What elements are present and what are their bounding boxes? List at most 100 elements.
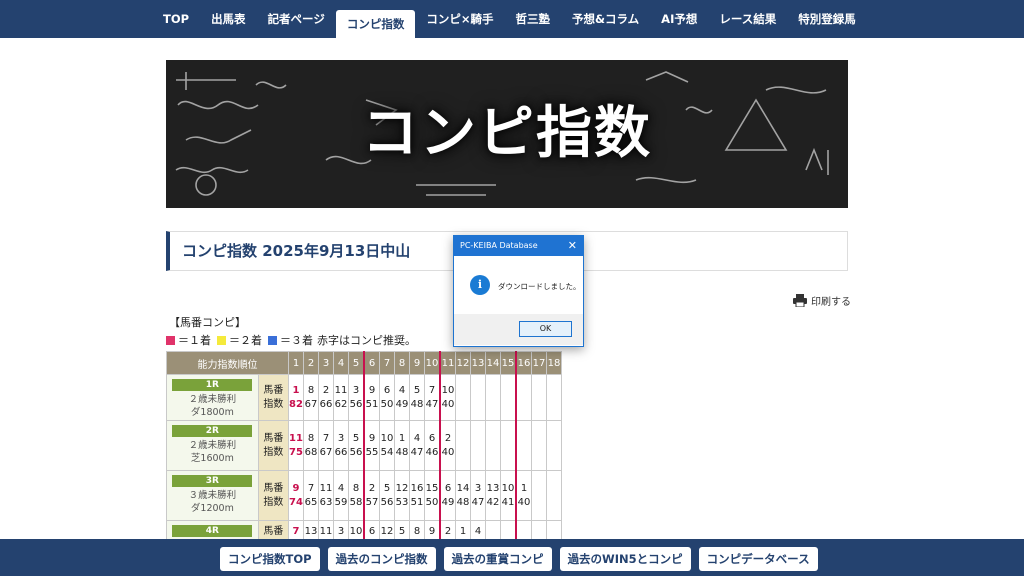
index-cell xyxy=(515,420,532,471)
bottom-button-2[interactable]: 過去の重賞コンピ xyxy=(443,547,552,571)
index-cell xyxy=(546,470,562,521)
horse-number: 3 xyxy=(474,482,482,494)
nav-item-7[interactable]: AI予想 xyxy=(650,0,708,38)
index-cell xyxy=(546,420,562,471)
index-value: 63 xyxy=(319,496,333,508)
index-cell: 3 56 xyxy=(348,374,365,421)
index-value: 66 xyxy=(319,398,333,410)
race-number-badge[interactable]: 1R xyxy=(172,379,253,391)
index-value: 48 xyxy=(456,496,470,508)
index-cell: 6 49 xyxy=(439,470,456,521)
index-value: 53 xyxy=(395,496,409,508)
ok-button[interactable]: OK xyxy=(519,321,572,337)
race-number-badge[interactable]: 2R xyxy=(172,425,253,437)
race-cell[interactable]: 1R ２歳未勝利ダ1800m xyxy=(166,374,259,421)
nav-item-0[interactable]: TOP xyxy=(152,0,200,38)
banner-title: コンピ指数 xyxy=(362,101,652,166)
column-header: 3 xyxy=(318,351,334,375)
nav-item-6[interactable]: 予想&コラム xyxy=(561,0,650,38)
print-link[interactable]: 印刷する xyxy=(793,293,851,308)
horse-number: 12 xyxy=(395,482,409,494)
index-value: 62 xyxy=(334,398,348,410)
race-name: ２歳未勝利 xyxy=(188,394,237,405)
nav-item-5[interactable]: 哲三塾 xyxy=(504,0,561,38)
race-number-badge[interactable]: 3R xyxy=(172,475,253,487)
bottom-button-4[interactable]: コンピデータベース xyxy=(698,547,818,571)
race-cell[interactable]: 3R ３歳未勝利 ダ1200m xyxy=(166,470,259,521)
horse-number: 10 xyxy=(501,482,515,494)
horse-number: 7 xyxy=(322,432,330,444)
index-cell: 12 53 xyxy=(394,470,410,521)
nav-items: TOP 出馬表 記者ページ コンピ指数 コンピ×騎手 哲三塾 予想&コラム AI予想 レース結果… xyxy=(152,0,867,38)
race-name: ダ1800m xyxy=(190,407,234,418)
index-value: 74 xyxy=(289,496,303,508)
nav-item-8[interactable]: レース結果 xyxy=(708,0,787,38)
index-cell xyxy=(485,420,501,471)
bottom-button-3[interactable]: 過去のWIN5とコンピ xyxy=(559,547,691,571)
index-cell: 9 51 xyxy=(363,374,380,421)
row-kind-labels: 馬番 指数 xyxy=(257,470,290,521)
table-row: 1R ２歳未勝利 ダ1800m 馬番 指数 1 82 8 67 2 66 11 62 3 56 9 51 6 50 4… xyxy=(166,374,562,421)
third-place-swatch xyxy=(268,335,277,345)
nav-item-2[interactable]: 記者ページ xyxy=(257,0,336,38)
horse-number: 2 xyxy=(444,432,452,444)
column-header: 2 xyxy=(303,351,319,375)
index-value: 49 xyxy=(395,398,409,410)
index-label: 指数 xyxy=(263,398,284,410)
bottom-button-0[interactable]: コンピ指数TOP xyxy=(220,547,320,571)
dialog-message: ダウンロードしました。 xyxy=(498,282,581,291)
dialog-title: PC-KEIBA Database xyxy=(460,241,538,250)
nav-item-3[interactable]: コンピ指数 xyxy=(335,10,416,38)
race-name: 芝1600m xyxy=(190,453,234,464)
nav-item-4[interactable]: コンピ×騎手 xyxy=(415,0,504,38)
bottom-button-1[interactable]: 過去のコンピ指数 xyxy=(327,547,436,571)
index-value: 47 xyxy=(425,398,439,410)
index-cell xyxy=(531,420,547,471)
nav-item-1[interactable]: 出馬表 xyxy=(200,0,257,38)
horse-number: 3 xyxy=(352,384,360,396)
index-cell xyxy=(455,420,471,471)
race-cell[interactable]: 2R ２歳未勝利 芝1600m xyxy=(166,420,259,471)
race-number-badge[interactable]: 4R xyxy=(172,525,253,537)
index-cell: 8 68 xyxy=(303,420,319,471)
banner-image: コンピ指数 xyxy=(166,60,848,208)
index-value: 82 xyxy=(289,398,303,410)
index-value: 67 xyxy=(319,446,333,458)
bottom-navigation: コンピ指数TOP 過去のコンピ指数 過去の重賞コンピ 過去のWIN5とコンピ コンピデー… xyxy=(0,539,1024,576)
nav-item-9[interactable]: 特別登録馬 xyxy=(787,0,867,38)
first-place-swatch xyxy=(166,335,175,345)
index-cell xyxy=(470,420,486,471)
horse-number: 2 xyxy=(444,525,452,537)
close-icon[interactable]: ✕ xyxy=(568,236,577,256)
index-value: 56 xyxy=(349,446,363,458)
index-cell: 10 54 xyxy=(379,420,395,471)
index-value: 54 xyxy=(380,446,394,458)
horse-number: 6 xyxy=(444,482,452,494)
horse-number: 5 xyxy=(398,525,406,537)
index-label: 指数 xyxy=(263,446,284,458)
index-cell: 3 47 xyxy=(470,470,486,521)
legend-note: 赤字はコンピ推奨。 xyxy=(317,334,416,347)
index-value: 47 xyxy=(410,446,424,458)
index-value: 59 xyxy=(334,496,348,508)
third-place-label: ＝３着 xyxy=(280,334,313,347)
horse-number-label: 馬番 xyxy=(263,482,284,494)
index-cell: 1 40 xyxy=(515,470,532,521)
index-cell xyxy=(455,374,471,421)
index-cell: 5 56 xyxy=(379,470,395,521)
index-cell xyxy=(546,374,562,421)
index-cell: 7 67 xyxy=(318,420,334,471)
index-value: 67 xyxy=(304,398,318,410)
horse-number: 6 xyxy=(428,432,436,444)
index-label: 指数 xyxy=(263,496,284,508)
index-cell: 1 48 xyxy=(394,420,410,471)
index-value: 47 xyxy=(471,496,485,508)
index-cell: 4 59 xyxy=(333,470,349,521)
index-value: 40 xyxy=(517,496,531,508)
second-place-swatch xyxy=(217,335,226,345)
index-value: 55 xyxy=(365,446,379,458)
horse-number: 7 xyxy=(307,482,315,494)
horse-number: 5 xyxy=(413,384,421,396)
index-cell: 9 74 xyxy=(288,470,304,521)
index-cell: 5 48 xyxy=(409,374,425,421)
